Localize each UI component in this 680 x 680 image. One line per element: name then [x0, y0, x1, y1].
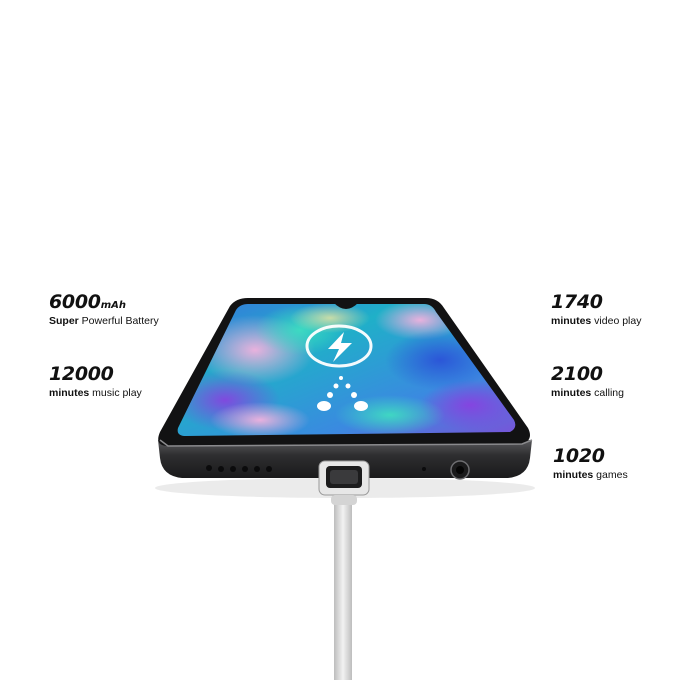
games-desc-bold: minutes — [553, 469, 594, 481]
battery-value: 6000 — [49, 291, 101, 313]
battery-capacity-value: 6000mAh — [49, 293, 159, 312]
calling-value: 2100 — [551, 363, 603, 385]
music-play-description: minutes music play — [49, 388, 142, 399]
music-desc-rest: music play — [89, 387, 142, 399]
video-play-spec: 1740 minutes video play — [551, 293, 641, 327]
battery-description: Super Powerful Battery — [49, 316, 159, 327]
battery-capacity-spec: 6000mAh Super Powerful Battery — [49, 293, 159, 327]
headphone-jack — [450, 460, 470, 480]
calling-spec: 2100 minutes calling — [551, 365, 624, 399]
video-desc-bold: minutes — [551, 315, 592, 327]
music-play-value: 12000 — [49, 363, 114, 385]
games-spec: 1020 minutes games — [553, 447, 628, 481]
games-description: minutes games — [553, 470, 628, 481]
usb-connector — [318, 460, 370, 505]
calling-desc-bold: minutes — [551, 387, 592, 399]
video-desc-rest: video play — [591, 315, 642, 327]
battery-desc-rest: Powerful Battery — [78, 315, 159, 327]
music-play-spec: 12000 minutes music play — [49, 365, 142, 399]
games-desc-rest: games — [593, 469, 628, 481]
games-value: 1020 — [553, 445, 605, 467]
battery-desc-bold: Super — [49, 315, 79, 327]
battery-unit: mAh — [100, 300, 126, 311]
calling-description: minutes calling — [551, 388, 624, 399]
usb-cable — [334, 480, 352, 680]
video-play-description: minutes video play — [551, 316, 641, 327]
calling-desc-rest: calling — [591, 387, 624, 399]
phone-charging-illustration — [155, 298, 535, 680]
music-desc-bold: minutes — [49, 387, 90, 399]
microphone-hole — [422, 467, 426, 471]
video-play-value: 1740 — [551, 291, 603, 313]
